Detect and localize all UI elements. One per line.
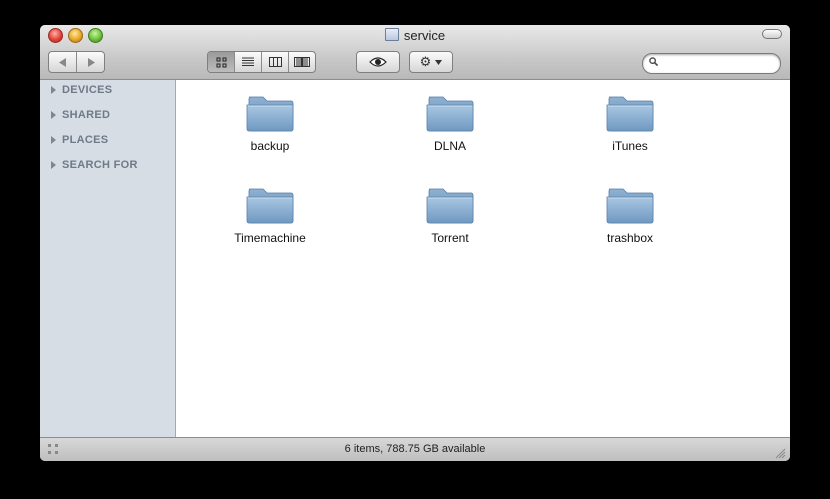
column-view-icon [268, 57, 282, 67]
folder-item[interactable]: iTunes [570, 93, 690, 153]
file-icon-grid: backup DLNA iTunes Timemachine Torrent t… [176, 80, 790, 437]
sidebar-section-search-for[interactable]: SEARCH FOR [51, 158, 138, 172]
search-icon [649, 57, 658, 66]
sidebar-resize-grip-icon[interactable] [47, 443, 61, 457]
back-button[interactable] [49, 52, 77, 72]
status-bar: 6 items, 788.75 GB available [40, 437, 790, 461]
back-forward-control [48, 51, 105, 73]
window-resize-grip-icon[interactable] [775, 448, 786, 459]
coverflow-view-icon [294, 57, 310, 67]
icon-view-icon [216, 57, 226, 67]
list-view-button[interactable] [235, 52, 262, 72]
folder-name: Timemachine [234, 231, 306, 245]
folder-name: Torrent [431, 231, 469, 245]
finder-window: service ⚙ DEVICES SHARED PLACES SEARCH F… [40, 25, 790, 461]
chevron-down-icon [435, 59, 443, 65]
folder-item[interactable]: backup [210, 93, 330, 153]
sidebar: DEVICES SHARED PLACES SEARCH FOR [40, 80, 176, 437]
forward-button[interactable] [77, 52, 104, 72]
folder-item[interactable]: Timemachine [210, 185, 330, 245]
folder-icon [246, 185, 294, 225]
folder-name: DLNA [433, 139, 466, 153]
folder-item[interactable]: Torrent [390, 185, 510, 245]
search-input[interactable] [663, 56, 777, 72]
search-field[interactable] [642, 53, 781, 74]
folder-name: backup [250, 139, 290, 153]
sidebar-section-label: PLACES [62, 134, 109, 146]
folder-icon [246, 93, 294, 133]
sidebar-section-label: DEVICES [62, 84, 113, 96]
column-view-button[interactable] [262, 52, 289, 72]
chevron-left-icon [58, 57, 66, 67]
folder-name: trashbox [606, 231, 654, 245]
sidebar-section-label: SHARED [62, 109, 111, 121]
sidebar-section-shared[interactable]: SHARED [51, 108, 110, 122]
folder-icon [426, 93, 474, 133]
chevron-right-icon [87, 57, 95, 67]
eye-icon [369, 57, 387, 67]
network-drive-icon [384, 28, 399, 41]
folder-item[interactable]: DLNA [390, 93, 510, 153]
gear-icon: ⚙ [419, 54, 432, 69]
folder-icon [426, 185, 474, 225]
icon-view-button[interactable] [208, 52, 235, 72]
folder-icon [606, 93, 654, 133]
folder-name: iTunes [612, 139, 648, 153]
quick-look-button[interactable] [356, 51, 400, 73]
sidebar-section-devices[interactable]: DEVICES [51, 83, 112, 97]
sidebar-section-label: SEARCH FOR [62, 159, 138, 171]
view-mode-control [207, 51, 316, 73]
disclosure-triangle-icon[interactable] [51, 111, 56, 119]
window-title: service [403, 28, 446, 43]
coverflow-view-button[interactable] [289, 52, 315, 72]
list-view-icon [242, 57, 254, 66]
action-menu-button[interactable]: ⚙ [409, 51, 453, 73]
window-title-bar: service [40, 28, 790, 43]
sidebar-section-places[interactable]: PLACES [51, 133, 108, 147]
toolbar-toggle-button[interactable] [762, 29, 782, 39]
folder-item[interactable]: trashbox [570, 185, 690, 245]
toolbar: service ⚙ [40, 25, 790, 80]
disclosure-triangle-icon[interactable] [51, 161, 56, 169]
folder-icon [606, 185, 654, 225]
status-text: 6 items, 788.75 GB available [344, 443, 486, 455]
disclosure-triangle-icon[interactable] [51, 86, 56, 94]
disclosure-triangle-icon[interactable] [51, 136, 56, 144]
